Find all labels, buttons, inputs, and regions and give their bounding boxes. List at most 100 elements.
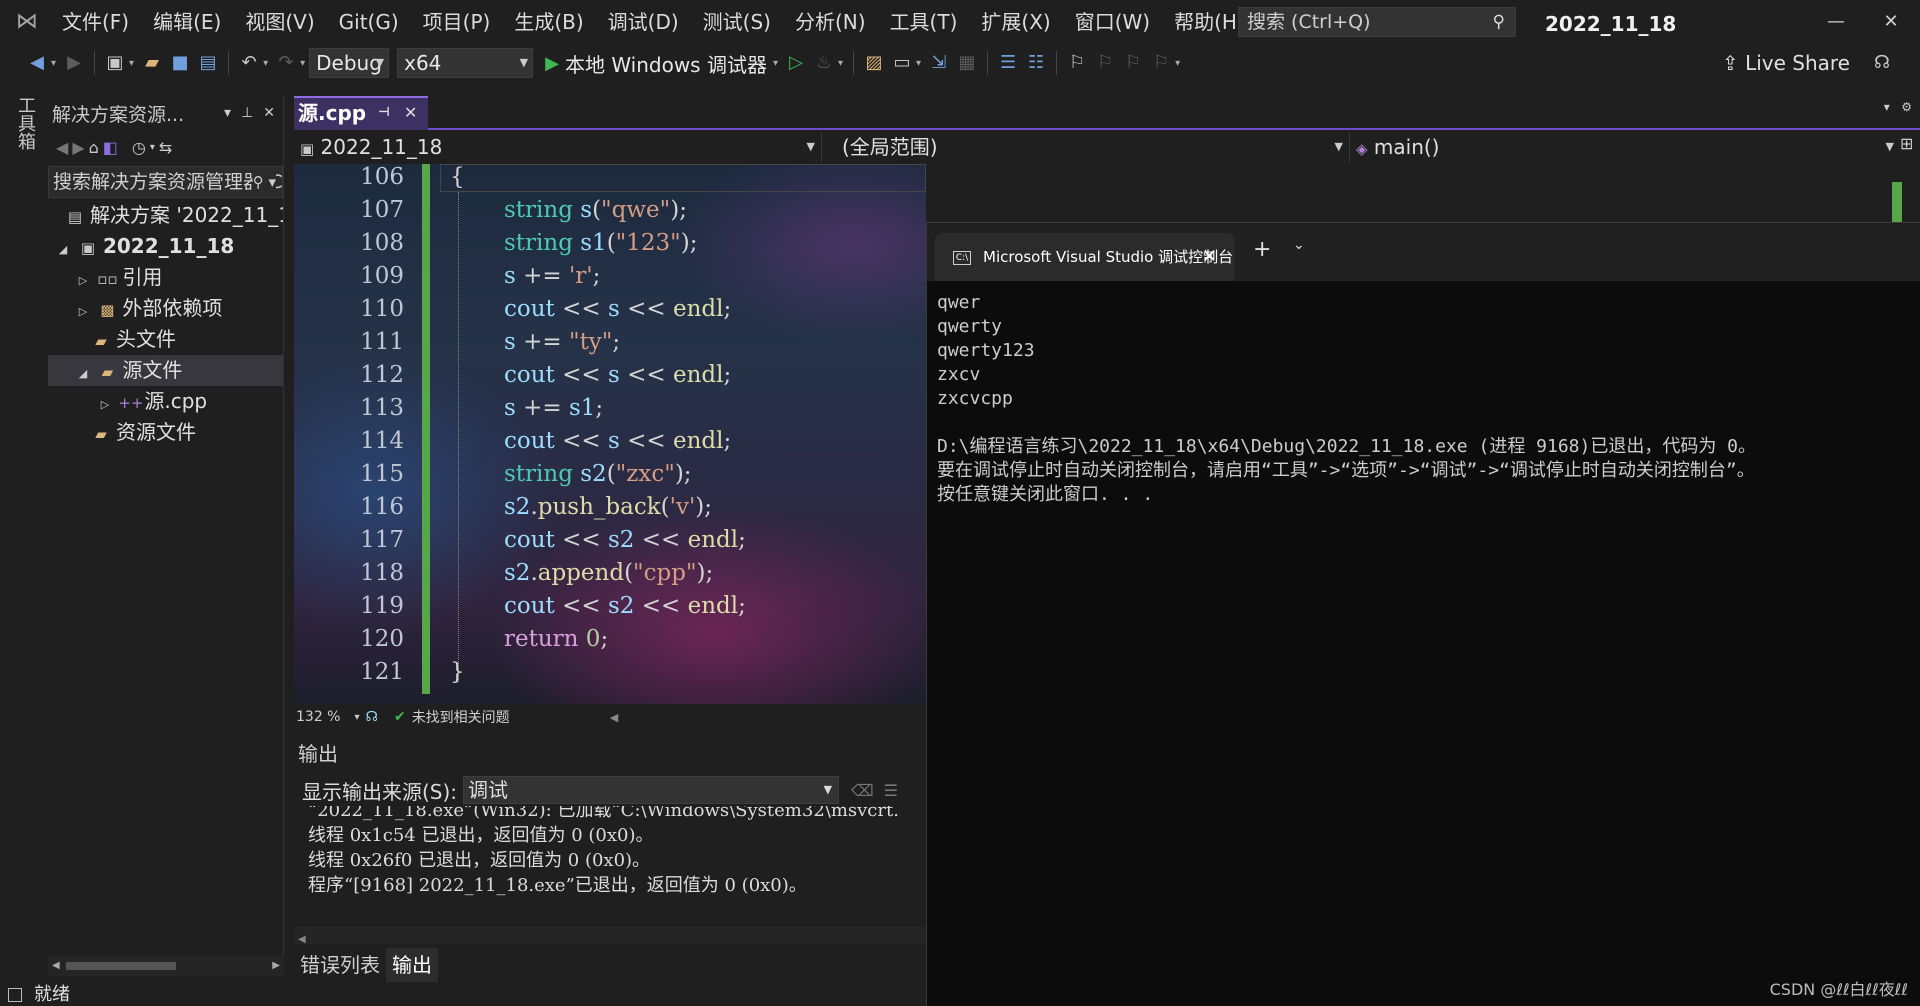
code-editor[interactable]: 106 107 108 109 110 111 112 113 114 115 … [294, 164, 926, 704]
close-tab-icon[interactable]: ✕ [404, 98, 417, 128]
debug-console-window[interactable]: C:\ Microsoft Visual Studio 调试控制台 ✕ + ⌄ q… [926, 222, 1920, 1006]
step-icon[interactable]: ⇲ [926, 49, 952, 77]
pin-icon[interactable]: ⊣ [378, 98, 390, 128]
undo-dropdown-icon[interactable]: ▾ [263, 58, 268, 69]
run-dropdown-icon[interactable]: ▾ [773, 58, 778, 69]
collapsed-arrow-icon[interactable]: ▷ [98, 389, 112, 417]
split-editor-icon[interactable]: ⊞ [1900, 134, 1913, 153]
new-project-icon[interactable]: ▣ [102, 49, 128, 77]
tree-item-source-files[interactable]: ◢ ▰ 源文件 [48, 355, 283, 386]
scrollbar-thumb[interactable] [66, 962, 176, 970]
issues-status[interactable]: 未找到相关问题 [412, 707, 510, 727]
collapsed-arrow-icon[interactable]: ▷ [76, 265, 90, 293]
chevron-down-icon[interactable]: ⌄ [1293, 237, 1305, 253]
tab-list-icon[interactable]: ▾ ⚙ [1884, 100, 1912, 114]
redo-dropdown-icon[interactable]: ▾ [300, 58, 305, 69]
word-wrap-icon[interactable]: ☰ [884, 781, 898, 800]
close-icon[interactable]: ✕ [263, 105, 275, 121]
configuration-select[interactable]: Debug ▼ [309, 48, 390, 78]
tree-item-resource-files[interactable]: ▰ 资源文件 [48, 417, 283, 448]
window-layout-icon[interactable]: ▭ [889, 49, 915, 77]
undo-icon[interactable]: ↶ [236, 49, 262, 77]
tab-output[interactable]: 输出 [386, 948, 438, 982]
forward-icon[interactable]: ▶ [61, 49, 87, 77]
console-output[interactable]: qwer qwerty qwerty123 zxcv zxcvcpp D:\编程… [927, 281, 1920, 517]
scroll-right-icon[interactable]: ▶ [272, 956, 280, 976]
tab-source-cpp[interactable]: 源.cpp ⊣ ✕ [294, 96, 428, 130]
scroll-left-icon[interactable]: ◀ [610, 711, 618, 724]
tree-item-references[interactable]: ▷ ▫▫ 引用 [48, 262, 283, 293]
menu-debug[interactable]: 调试(D) [596, 0, 691, 44]
menu-tools[interactable]: 工具(T) [878, 0, 970, 44]
layout-dropdown-icon[interactable]: ▾ [916, 58, 921, 69]
scroll-left-icon[interactable]: ◀ [52, 956, 60, 976]
tree-item-external-deps[interactable]: ▷ ▩ 外部依赖项 [48, 293, 283, 324]
menu-build[interactable]: 生成(B) [502, 0, 595, 44]
home-icon[interactable]: ⌂ [89, 138, 99, 157]
intellicode-icon[interactable]: ☊ [366, 709, 378, 725]
format-icon[interactable]: ▦ [954, 49, 980, 77]
zoom-level[interactable]: 132 % [296, 709, 340, 725]
switch-views-icon[interactable]: ◧ [103, 138, 118, 157]
forward-icon[interactable]: ▶ [72, 138, 84, 157]
minimize-button[interactable]: — [1806, 0, 1866, 44]
start-without-debugging-icon[interactable]: ▷ [783, 49, 809, 77]
save-icon[interactable]: ■ [167, 49, 193, 77]
clear-output-icon[interactable]: ⌫ [851, 781, 874, 800]
menu-edit[interactable]: 编辑(E) [141, 0, 233, 44]
uncomment-icon[interactable]: ☷ [1023, 49, 1049, 77]
browse-folder-icon[interactable]: ▨ [861, 49, 887, 77]
back-dropdown-icon[interactable]: ▾ [51, 58, 56, 69]
platform-select[interactable]: x64 ▼ [397, 48, 534, 78]
save-all-icon[interactable]: ▤ [195, 49, 221, 77]
menu-view[interactable]: 视图(V) [233, 0, 326, 44]
expanded-arrow-icon[interactable]: ◢ [76, 358, 90, 386]
scroll-left-icon[interactable]: ◀ [298, 934, 306, 945]
pin-icon[interactable]: ⊥ [241, 105, 253, 121]
feedback-icon[interactable]: ☊ [1869, 49, 1895, 77]
editor-vertical-scrollbar[interactable] [1888, 164, 1908, 224]
new-tab-icon[interactable]: + [1253, 237, 1271, 262]
menu-git[interactable]: Git(G) [327, 0, 411, 44]
solution-search-input[interactable]: 搜索解决方案资源管理器(Ctrl+;) ⚲ ▾ [48, 166, 283, 198]
menu-file[interactable]: 文件(F) [50, 0, 141, 44]
console-tab[interactable]: C:\ Microsoft Visual Studio 调试控制台 ✕ [935, 233, 1235, 281]
menu-extensions[interactable]: 扩展(X) [969, 0, 1062, 44]
back-icon[interactable]: ◀ [24, 49, 50, 77]
hot-reload-icon[interactable]: ♨ [811, 49, 837, 77]
zoom-dropdown-icon[interactable]: ▾ [354, 712, 359, 723]
visual-studio-logo-icon[interactable]: ⋈ [14, 9, 40, 35]
member-nav-select[interactable]: ◈ main() ▼ [1350, 132, 1900, 162]
output-horizontal-scrollbar[interactable]: ◀ [294, 926, 926, 945]
tree-item-solution[interactable]: ▤ 解决方案 '2022_11_18' [48, 200, 283, 231]
menu-window[interactable]: 窗口(W) [1063, 0, 1162, 44]
panel-menu-icon[interactable]: ▾ [224, 105, 231, 121]
new-dropdown-icon[interactable]: ▾ [129, 58, 134, 69]
filter-dropdown-icon[interactable]: ▾ [150, 142, 155, 153]
collapsed-arrow-icon[interactable]: ▷ [76, 296, 90, 324]
output-source-select[interactable]: 调试 ▼ [463, 776, 840, 804]
back-icon[interactable]: ◀ [56, 138, 68, 157]
close-tab-icon[interactable]: ✕ [1202, 233, 1217, 281]
close-window-button[interactable]: ✕ [1862, 0, 1920, 44]
menu-test[interactable]: 测试(S) [691, 0, 783, 44]
tree-item-project[interactable]: ◢ ▣ 2022_11_18 [48, 231, 283, 262]
expanded-arrow-icon[interactable]: ◢ [56, 234, 70, 262]
clear-bookmarks-icon[interactable]: ⚐ [1148, 49, 1174, 77]
live-share-button[interactable]: ⇪ Live Share [1722, 44, 1850, 82]
scope-nav-select[interactable]: (全局范围) ▼ [822, 132, 1350, 162]
menu-project[interactable]: 项目(P) [411, 0, 503, 44]
tree-item-header-files[interactable]: ▰ 头文件 [48, 324, 283, 355]
toolbox-tab[interactable]: 工具箱 [12, 96, 38, 150]
tab-error-list[interactable]: 错误列表 [294, 948, 386, 982]
menu-analyze[interactable]: 分析(N) [783, 0, 878, 44]
open-folder-icon[interactable]: ▰ [139, 49, 165, 77]
toolbar-overflow-icon[interactable]: ▾ [1175, 58, 1180, 69]
redo-icon[interactable]: ↷ [273, 49, 299, 77]
global-search-input[interactable]: 搜索 (Ctrl+Q) ⚲ [1238, 7, 1516, 37]
pending-changes-icon[interactable]: ◷ [132, 138, 146, 157]
sync-icon[interactable]: ⇆ [159, 138, 172, 157]
next-bookmark-icon[interactable]: ⚐ [1120, 49, 1146, 77]
output-text[interactable]: “2022_11_18.exe”(Win32): 已加载“C:\Windows\… [294, 806, 926, 926]
horizontal-scrollbar[interactable]: ◀ ▶ [48, 956, 284, 976]
